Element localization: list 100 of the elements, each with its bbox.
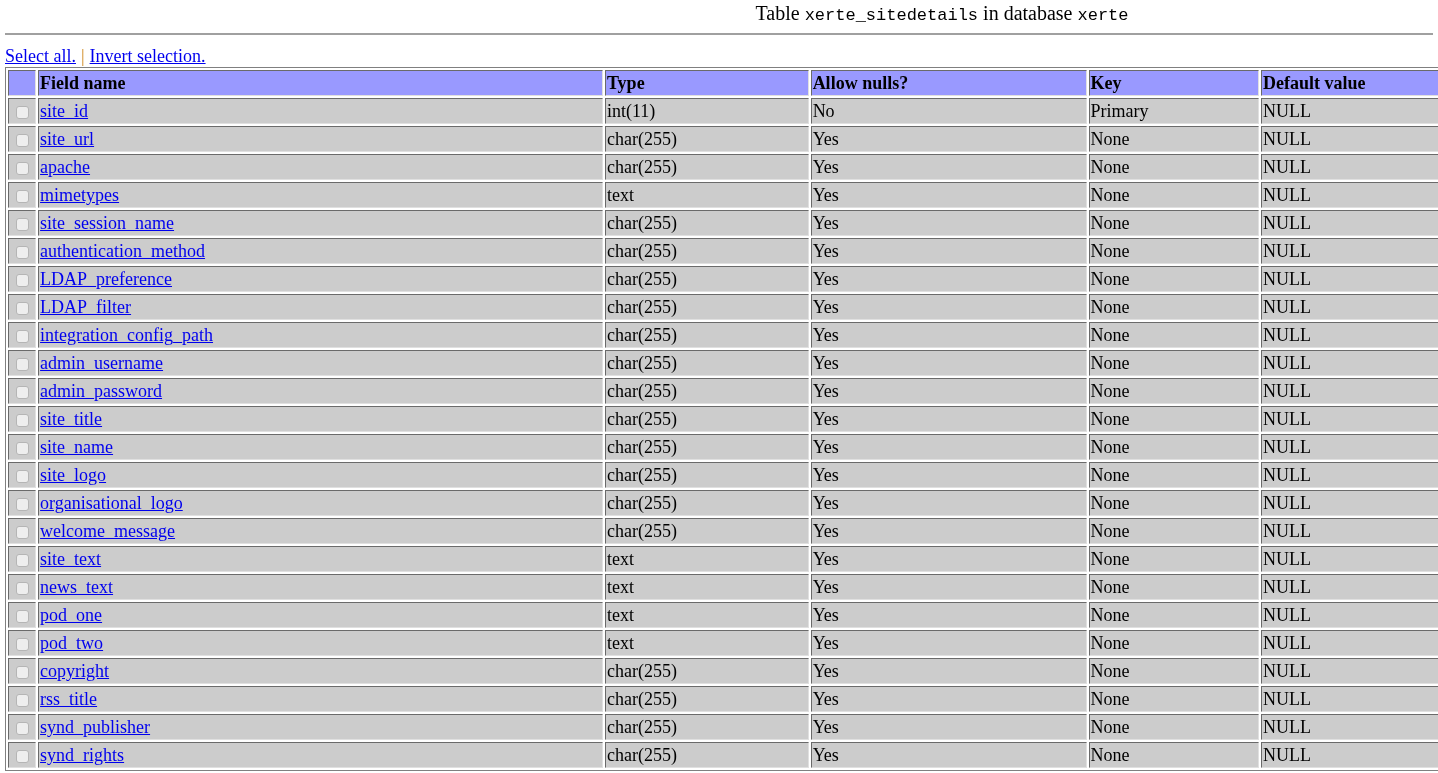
allow-nulls-cell: Yes xyxy=(810,686,1087,712)
row-checkbox[interactable] xyxy=(15,666,29,680)
row-checkbox[interactable] xyxy=(15,190,29,204)
allow-nulls-cell: Yes xyxy=(810,350,1087,376)
type-cell: char(255) xyxy=(604,378,809,404)
field-name-link[interactable]: site_name xyxy=(40,437,114,457)
field-name-link[interactable]: pod_two xyxy=(40,633,104,653)
key-cell: None xyxy=(1088,406,1260,432)
row-checkbox[interactable] xyxy=(15,470,29,484)
key-cell: None xyxy=(1088,630,1260,656)
default-value-cell: NULL xyxy=(1261,98,1438,124)
type-cell: char(255) xyxy=(604,742,809,768)
row-checkbox[interactable] xyxy=(15,610,29,624)
default-value-cell: NULL xyxy=(1261,378,1438,404)
key-cell: None xyxy=(1088,434,1260,460)
row-checkbox[interactable] xyxy=(15,330,29,344)
field-name-link[interactable]: authentication_method xyxy=(40,241,206,261)
row-checkbox[interactable] xyxy=(15,442,29,456)
default-value-cell: NULL xyxy=(1261,630,1438,656)
row-checkbox[interactable] xyxy=(15,638,29,652)
field-name-link[interactable]: pod_one xyxy=(40,605,103,625)
type-cell: char(255) xyxy=(604,350,809,376)
allow-nulls-cell: Yes xyxy=(810,210,1087,236)
default-value-cell: NULL xyxy=(1261,602,1438,628)
default-value-cell: NULL xyxy=(1261,126,1438,152)
row-checkbox[interactable] xyxy=(15,134,29,148)
field-name-link[interactable]: site_title xyxy=(40,409,103,429)
field-name-link[interactable]: synd_publisher xyxy=(40,717,151,737)
field-name-link[interactable]: admin_password xyxy=(40,381,163,401)
row-checkbox[interactable] xyxy=(15,274,29,288)
allow-nulls-cell: Yes xyxy=(810,518,1087,544)
row-checkbox[interactable] xyxy=(15,414,29,428)
field-name-link[interactable]: copyright xyxy=(40,661,110,681)
select-all-link[interactable]: Select all. xyxy=(5,46,76,66)
allow-nulls-cell: Yes xyxy=(810,630,1087,656)
key-cell: None xyxy=(1088,182,1260,208)
allow-nulls-cell: Yes xyxy=(810,322,1087,348)
page-title: Table xerte_sitedetails in database xerte xyxy=(755,1,1129,28)
default-value-cell: NULL xyxy=(1261,210,1438,236)
default-value-cell: NULL xyxy=(1261,518,1438,544)
row-checkbox[interactable] xyxy=(15,106,29,120)
row-checkbox[interactable] xyxy=(15,750,29,764)
row-checkbox[interactable] xyxy=(15,358,29,372)
field-name-link[interactable]: site_text xyxy=(40,549,102,569)
type-cell: char(255) xyxy=(604,266,809,292)
field-name-link[interactable]: site_url xyxy=(40,129,95,149)
row-checkbox[interactable] xyxy=(15,386,29,400)
field-name-link[interactable]: site_session_name xyxy=(40,213,175,233)
default-value-cell: NULL xyxy=(1261,350,1438,376)
key-cell: None xyxy=(1088,350,1260,376)
default-value-cell: NULL xyxy=(1261,462,1438,488)
invert-selection-link[interactable]: Invert selection. xyxy=(89,46,206,66)
key-cell: None xyxy=(1088,518,1260,544)
row-checkbox[interactable] xyxy=(15,554,29,568)
row-checkbox[interactable] xyxy=(15,302,29,316)
row-checkbox[interactable] xyxy=(15,694,29,708)
type-cell: char(255) xyxy=(604,714,809,740)
row-checkbox[interactable] xyxy=(15,162,29,176)
field-name-link[interactable]: site_logo xyxy=(40,465,107,485)
field-name-link[interactable]: LDAP_preference xyxy=(40,269,172,289)
key-cell: None xyxy=(1088,378,1260,404)
type-cell: char(255) xyxy=(604,490,809,516)
default-value-cell: NULL xyxy=(1261,154,1438,180)
field-name-link[interactable]: site_id xyxy=(40,101,89,121)
field-name-link[interactable]: news_text xyxy=(40,577,114,597)
field-name-link[interactable]: admin_username xyxy=(40,353,164,373)
field-name-link[interactable]: synd_rights xyxy=(40,745,125,765)
row-checkbox[interactable] xyxy=(15,246,29,260)
row-checkbox[interactable] xyxy=(15,722,29,736)
allow-nulls-cell: Yes xyxy=(810,490,1087,516)
default-value-cell: NULL xyxy=(1261,574,1438,600)
field-name-link[interactable]: apache xyxy=(40,157,91,177)
allow-nulls-cell: Yes xyxy=(810,266,1087,292)
allow-nulls-cell: Yes xyxy=(810,574,1087,600)
field-name-link[interactable]: integration_config_path xyxy=(40,325,214,345)
row-checkbox[interactable] xyxy=(15,218,29,232)
row-checkbox[interactable] xyxy=(15,498,29,512)
column-header: Allow nulls? xyxy=(810,70,1087,96)
allow-nulls-cell: Yes xyxy=(810,294,1087,320)
key-cell: None xyxy=(1088,574,1260,600)
type-cell: char(255) xyxy=(604,294,809,320)
type-cell: char(255) xyxy=(604,154,809,180)
key-cell: None xyxy=(1088,266,1260,292)
type-cell: int(11) xyxy=(604,98,809,124)
row-checkbox[interactable] xyxy=(15,526,29,540)
allow-nulls-cell: Yes xyxy=(810,658,1087,684)
field-name-link[interactable]: welcome_message xyxy=(40,521,176,541)
allow-nulls-cell: Yes xyxy=(810,742,1087,768)
default-value-cell: NULL xyxy=(1261,434,1438,460)
key-cell: None xyxy=(1088,238,1260,264)
default-value-cell: NULL xyxy=(1261,266,1438,292)
key-cell: None xyxy=(1088,462,1260,488)
allow-nulls-cell: Yes xyxy=(810,462,1087,488)
allow-nulls-cell: Yes xyxy=(810,546,1087,572)
row-checkbox[interactable] xyxy=(15,582,29,596)
field-name-link[interactable]: LDAP_filter xyxy=(40,297,132,317)
field-name-link[interactable]: mimetypes xyxy=(40,185,120,205)
field-name-link[interactable]: organisational_logo xyxy=(40,493,183,513)
type-cell: char(255) xyxy=(604,686,809,712)
field-name-link[interactable]: rss_title xyxy=(40,689,98,709)
